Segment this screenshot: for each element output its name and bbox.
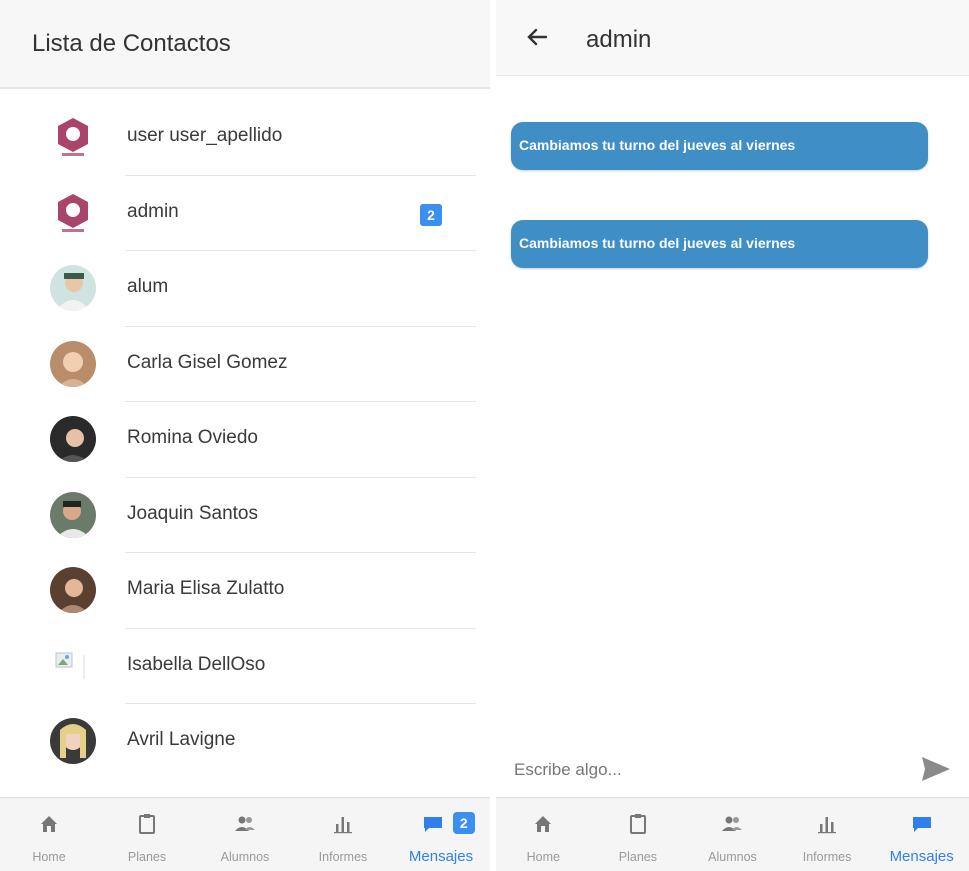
chat-icon [912,817,931,832]
bar-chart-icon [818,817,837,834]
tab-home[interactable]: Home [0,798,98,871]
contact-name: alum [127,276,169,297]
chat-panel: admin Cambiamos tu turno del jueves al v… [496,0,969,871]
clipboard-icon [629,814,646,834]
logo-avatar [50,189,96,236]
tab-informes[interactable]: Informes [294,798,392,871]
contact-name: Avril Lavigne [127,729,236,750]
photo-avatar [50,491,96,538]
unread-badge: 2 [452,812,475,834]
tab-alumnos[interactable]: Alumnos [196,798,294,871]
tab-home[interactable]: Home [496,798,591,871]
tab-label: Informes [802,850,852,864]
tab-label: Home [526,850,560,864]
tab-planes[interactable]: Planes [591,798,686,871]
contacts-header: Lista de Contactos [0,0,490,89]
contacts-panel: Lista de Contactos user user_apellido ad… [0,0,490,871]
tab-label: Informes [318,850,368,864]
tab-label: Planes [618,850,657,864]
contact-row[interactable]: Carla Gisel Gomez [0,327,490,402]
people-icon [722,816,743,831]
photo-avatar [50,340,96,387]
bottom-tab-bar: Home Planes Alumnos Informes Mensajes [496,797,969,871]
broken-image-avatar [50,643,96,689]
photo-avatar [50,718,96,764]
contact-name: admin [127,200,179,222]
send-icon[interactable] [918,751,954,787]
photo-avatar [50,265,96,311]
tab-label: Mensajes [408,848,474,865]
contact-list: user user_apellido admin 2 alum Carla Gi… [0,100,490,780]
message-bubble: Cambiamos tu turno del jueves al viernes [511,122,928,170]
contact-row[interactable]: alum [0,251,490,327]
contact-row[interactable]: Maria Elisa Zulatto [0,553,490,629]
message-bubble: Cambiamos tu turno del jueves al viernes [511,220,928,268]
tab-label: Mensajes [889,848,954,865]
photo-avatar [50,416,96,462]
home-icon [535,816,552,832]
contact-name: Joaquin Santos [127,502,258,524]
contact-row[interactable]: user user_apellido [0,100,490,176]
contact-row[interactable]: Joaquin Santos [0,478,490,553]
tab-informes[interactable]: Informes [780,798,875,871]
tab-label: Alumnos [220,850,270,864]
tab-planes[interactable]: Planes [98,798,196,871]
contact-row[interactable]: admin 2 [0,176,490,251]
tab-mensajes[interactable]: 2 Mensajes [392,798,490,871]
photo-avatar [50,567,96,613]
tab-label: Home [32,850,66,864]
contact-row[interactable]: Romina Oviedo [0,402,490,478]
bottom-tab-bar: Home Planes Alumnos Informes 2 Mensajes [0,797,490,871]
message-composer [496,745,969,795]
people-icon [235,816,255,831]
tab-alumnos[interactable]: Alumnos [685,798,780,871]
bar-chart-icon [334,817,352,834]
unread-badge: 2 [420,203,442,226]
contact-row[interactable]: Avril Lavigne [0,704,490,780]
contact-name: Isabella DellOso [127,653,266,675]
tab-mensajes[interactable]: Mensajes [874,798,969,871]
chat-header: admin [496,0,969,76]
home-icon [41,816,57,832]
contact-name: user user_apellido [127,125,283,146]
clipboard-icon [139,814,155,834]
message-input[interactable] [512,751,906,789]
page-title: Lista de Contactos [32,30,231,57]
contact-row[interactable]: Isabella DellOso [0,629,490,704]
tab-label: Alumnos [708,850,757,864]
contact-name: Maria Elisa Zulatto [127,578,285,599]
contact-name: Carla Gisel Gomez [127,351,288,373]
contact-name: Romina Oviedo [127,427,258,448]
chat-title: admin [586,26,652,53]
back-arrow-icon[interactable] [520,20,554,54]
tab-label: Planes [127,850,167,864]
logo-avatar [50,114,96,160]
chat-icon [424,817,442,832]
